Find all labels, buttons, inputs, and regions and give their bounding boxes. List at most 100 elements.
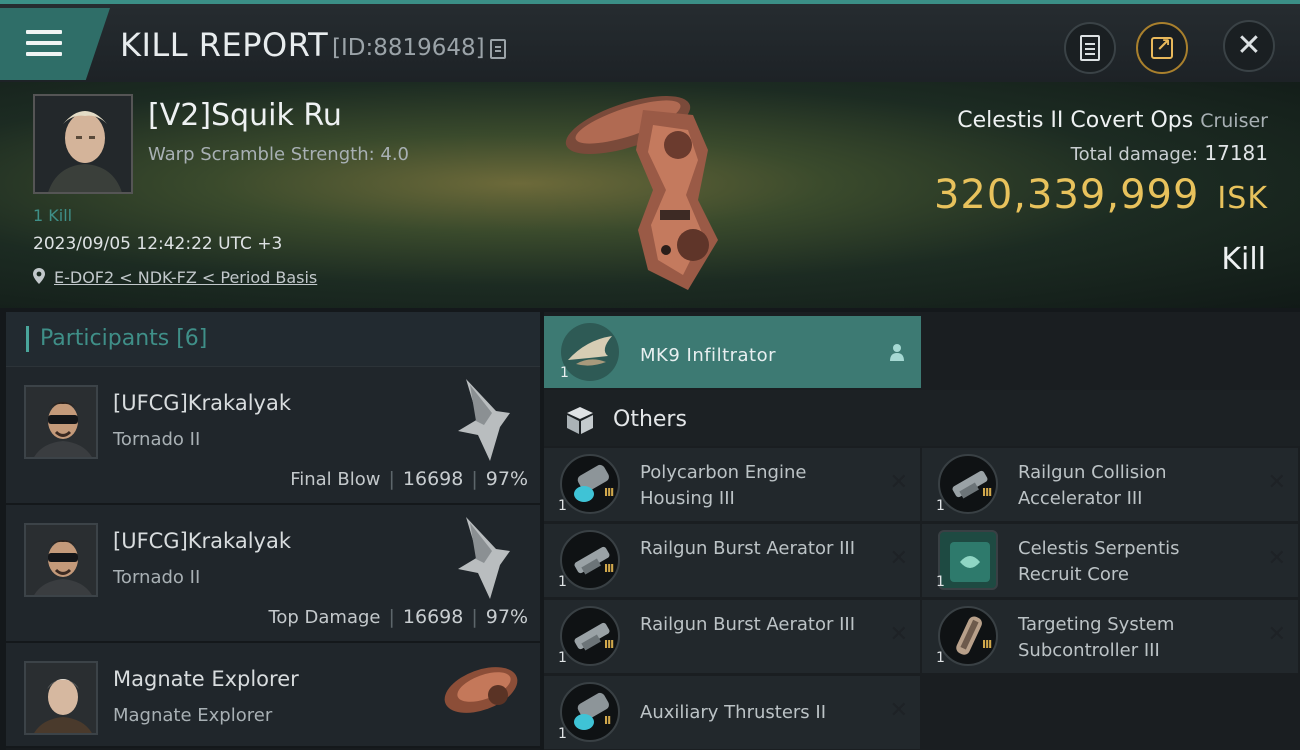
top-damage-label: Top Damage (268, 607, 381, 628)
participant-name: [UFCG]Krakalyak (113, 391, 291, 415)
item-row[interactable]: 1 II Auxiliary Thrusters II ✕ (544, 676, 920, 749)
participant-percent: 97% (485, 606, 528, 628)
participants-title: Participants [6] (40, 326, 208, 351)
item-name: Polycarbon Engine Housing III (640, 462, 807, 509)
participants-panel: Participants [6] [UFCG]Krakalyak Tornado… (6, 312, 540, 750)
item-row[interactable]: 1 III Targeting System Subcontroller III… (922, 600, 1298, 673)
kill-id: [ID:8819648] (332, 35, 485, 61)
participant-name: [UFCG]Krakalyak (113, 529, 291, 553)
item-tier: III (982, 486, 992, 499)
tornado-ship-image (458, 379, 510, 461)
railgun-rig-icon (560, 606, 620, 666)
destroyed-icon: ✕ (889, 470, 908, 495)
railgun-rig-icon (560, 530, 620, 590)
share-icon (1151, 35, 1173, 59)
drone-icon (561, 323, 619, 381)
core-icon (938, 530, 998, 590)
clipboard-button[interactable] (1064, 22, 1116, 74)
destroyed-icon: ✕ (889, 546, 908, 571)
item-name: Auxiliary Thrusters II (640, 702, 827, 723)
item-row[interactable]: 1 Celestis Serpentis Recruit Core ✕ (922, 524, 1298, 597)
victim-ship-name[interactable]: Celestis II Covert Ops Cruiser (957, 108, 1268, 133)
participant-name: Magnate Explorer (113, 667, 299, 691)
result-label: Kill (1221, 242, 1266, 277)
isk-amount: 320,339,999 (933, 172, 1200, 218)
item-name: Railgun Burst Aerator III (640, 614, 856, 635)
engine-icon (560, 454, 620, 514)
participant-damage: 16698 (402, 606, 464, 628)
item-row[interactable]: 1 III Railgun Collision Accelerator III … (922, 448, 1298, 521)
person-icon (890, 344, 904, 361)
copy-icon[interactable] (490, 39, 506, 59)
item-quantity: 1 (558, 498, 567, 514)
tornado-ship-image (458, 517, 510, 599)
others-header: Others (544, 390, 1300, 446)
clipboard-icon (1080, 35, 1100, 61)
item-tier: II (604, 714, 611, 727)
location-link[interactable]: E-DOF2 < NDK-FZ < Period Basis (54, 268, 317, 287)
participant-stats: Top Damage | 16698 | 97% (268, 606, 528, 628)
warp-scramble: Warp Scramble Strength: 4.0 (148, 144, 410, 165)
item-name: Railgun Burst Aerator III (640, 538, 856, 559)
item-row[interactable]: 1 III Polycarbon Engine Housing III ✕ (544, 448, 920, 521)
destroyed-icon: ✕ (1267, 470, 1286, 495)
item-quantity: 1 (936, 498, 945, 514)
item-row[interactable]: 1 III Railgun Burst Aerator III ✕ (544, 524, 920, 597)
final-blow-label: Final Blow (290, 469, 381, 490)
item-quantity: 1 (936, 574, 945, 590)
item-row[interactable]: 1 III Railgun Burst Aerator III ✕ (544, 600, 920, 673)
total-damage: Total damage: 17181 (1071, 141, 1268, 165)
location-pin-icon (33, 268, 45, 284)
participant-row[interactable]: Magnate Explorer Magnate Explorer (6, 643, 540, 748)
header-accent-bar (26, 326, 29, 352)
participant-avatar (24, 385, 98, 459)
kill-datetime: 2023/09/05 12:42:22 UTC +3 (33, 234, 283, 254)
close-icon: ✕ (1236, 28, 1262, 63)
share-button[interactable] (1136, 22, 1188, 74)
header-bar: KILL REPORT [ID:8819648] ✕ (0, 0, 1300, 82)
participant-avatar (24, 523, 98, 597)
victim-portrait[interactable] (33, 94, 133, 194)
participants-header: Participants [6] (6, 312, 540, 367)
kills-count: 1 Kill (33, 206, 73, 225)
items-panel: 1 MK9 Infiltrator Others 1 III Polycarbo… (544, 312, 1300, 750)
item-tier: III (604, 562, 614, 575)
item-tier: III (604, 638, 614, 651)
participant-stats: Final Blow | 16698 | 97% (290, 468, 528, 490)
victim-item-row[interactable]: 1 MK9 Infiltrator (544, 316, 921, 388)
participant-row[interactable]: [UFCG]Krakalyak Tornado II Top Damage | 16… (6, 505, 540, 643)
destroyed-icon: ✕ (1267, 622, 1286, 647)
destroyed-icon: ✕ (1267, 546, 1286, 571)
victim-avatar (35, 96, 131, 192)
isk-value: 320,339,999 ISK (934, 172, 1268, 218)
item-tier: III (604, 486, 614, 499)
total-damage-label: Total damage: (1070, 144, 1199, 165)
item-quantity: 1 (558, 726, 567, 742)
ship-class: Cruiser (1200, 110, 1268, 132)
participant-damage: 16698 (402, 468, 464, 490)
thruster-icon (560, 682, 620, 742)
isk-unit: ISK (1217, 181, 1268, 216)
page-title: KILL REPORT (120, 26, 329, 64)
victim-ship-image (565, 95, 718, 290)
victim-name[interactable]: [V2]Squik Ru (148, 98, 342, 133)
others-title: Others (613, 407, 687, 432)
destroyed-icon: ✕ (889, 622, 908, 647)
item-quantity: 1 (560, 365, 569, 381)
menu-button[interactable] (0, 8, 110, 80)
destroyed-icon: ✕ (889, 698, 908, 723)
participant-avatar (24, 661, 98, 735)
item-quantity: 1 (558, 574, 567, 590)
participant-ship: Magnate Explorer (113, 705, 273, 726)
participant-ship: Tornado II (113, 429, 201, 450)
victim-item-name: MK9 Infiltrator (640, 345, 777, 366)
magnate-ship-image (444, 667, 518, 713)
item-name: Celestis Serpentis Recruit Core (1018, 538, 1180, 585)
item-tier: III (982, 638, 992, 651)
close-button[interactable]: ✕ (1223, 20, 1275, 72)
participant-row[interactable]: [UFCG]Krakalyak Tornado II Final Blow | 16… (6, 367, 540, 505)
ship-name-text: Celestis II Covert Ops (957, 108, 1194, 133)
item-name: Targeting System Subcontroller III (1018, 614, 1175, 661)
hamburger-icon (26, 30, 62, 58)
participant-ship: Tornado II (113, 567, 201, 588)
